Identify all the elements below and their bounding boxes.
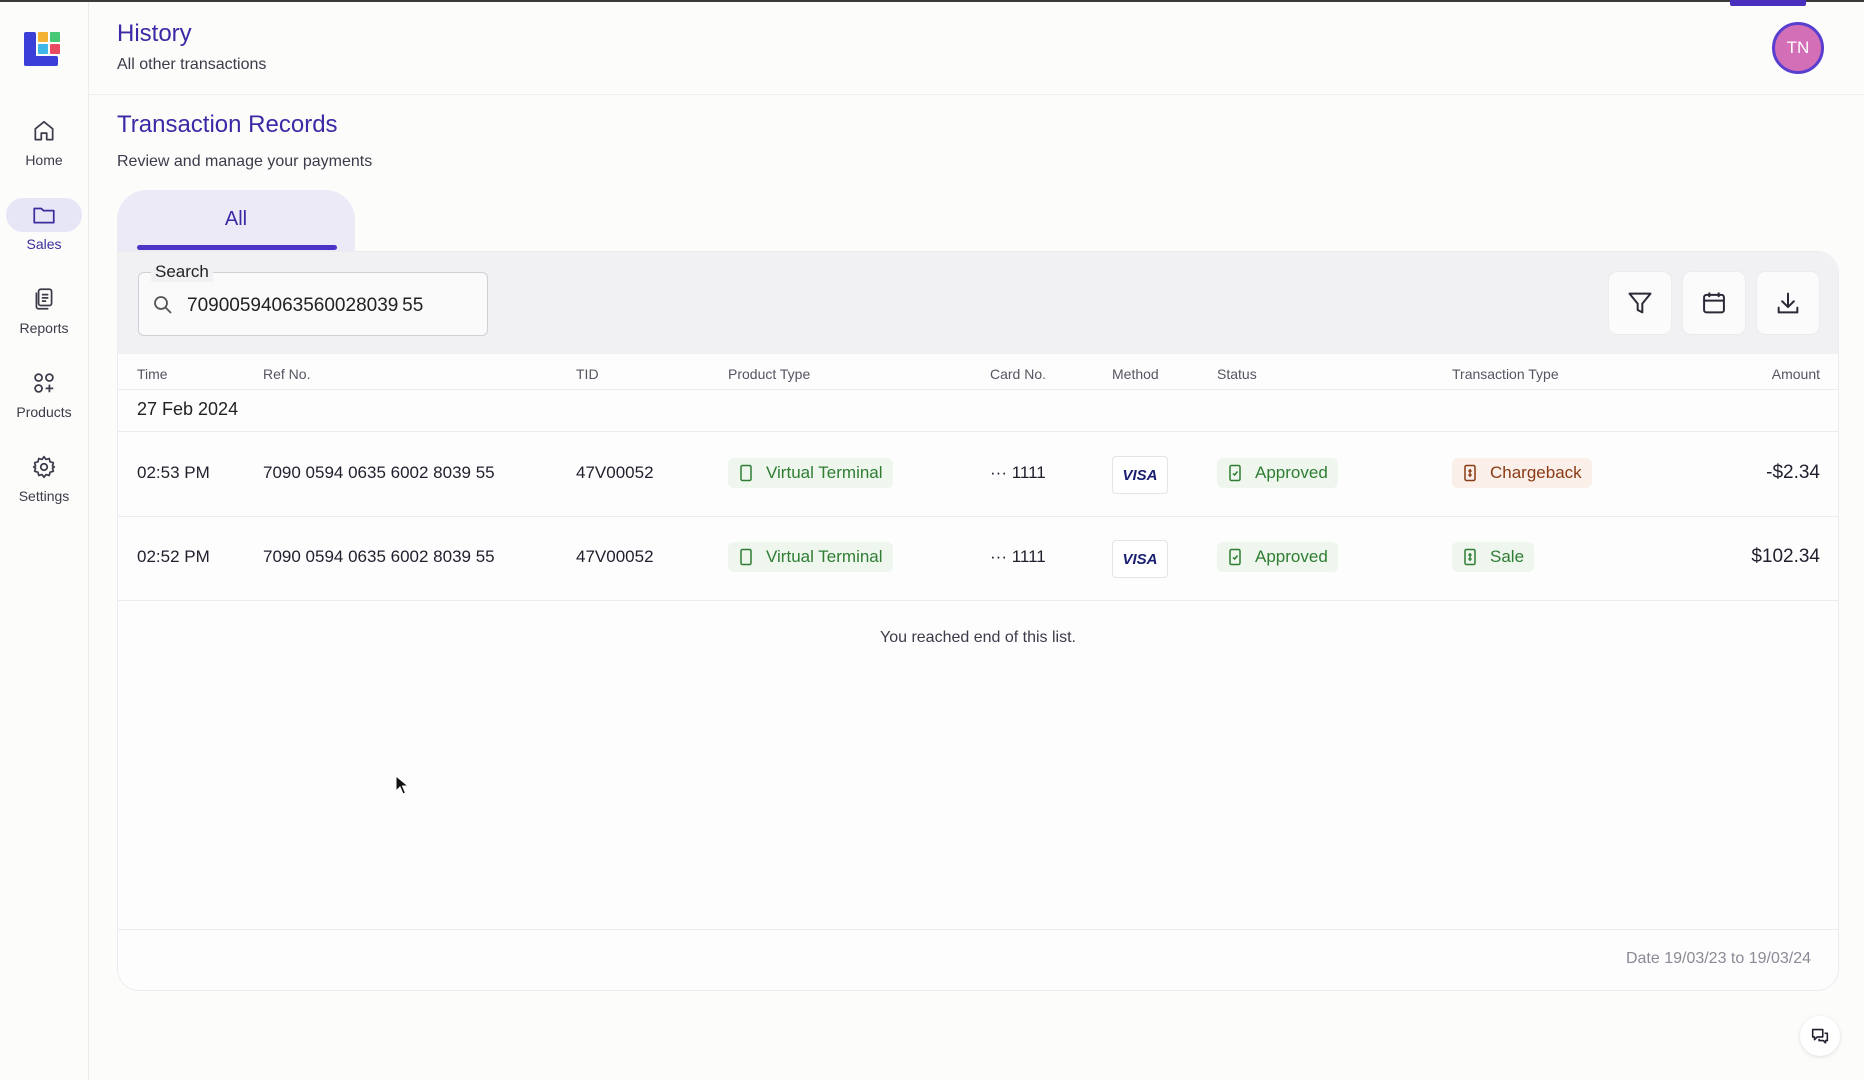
- tab-all[interactable]: All: [117, 190, 355, 252]
- sidebar-item-products[interactable]: Products: [0, 366, 88, 420]
- sidebar-item-label: Reports: [19, 320, 69, 336]
- products-icon: [34, 373, 54, 393]
- column-header-card-no: Card No.: [990, 366, 1047, 382]
- divider: [118, 389, 1838, 390]
- tid-cell: 47V00052: [576, 547, 654, 566]
- column-header-ref-no: Ref No.: [263, 366, 311, 382]
- page-subtitle: All other transactions: [117, 56, 267, 73]
- mouse-cursor-icon: [395, 775, 409, 795]
- table-row[interactable]: 02:52 PM 7090 0594 0635 6002 8039 55 47V…: [118, 516, 1838, 600]
- download-icon: [1777, 292, 1799, 314]
- filter-icon: [1628, 292, 1652, 314]
- search-icon: [154, 296, 172, 314]
- column-header-product-type: Product Type: [728, 366, 811, 382]
- card-number-cell: ··· 1111: [990, 463, 1046, 483]
- column-header-time: Time: [137, 366, 168, 382]
- time-cell: 02:52 PM: [137, 547, 210, 566]
- tab-label: All: [224, 208, 248, 230]
- sale-icon: [1464, 548, 1476, 566]
- folder-icon: [33, 207, 55, 224]
- terminal-icon: [740, 464, 752, 482]
- calendar-icon: [1703, 292, 1725, 314]
- column-header-tid: TID: [576, 366, 599, 382]
- transaction-type-badge: Chargeback: [1452, 458, 1592, 488]
- avatar[interactable]: TN: [1772, 22, 1824, 74]
- chargeback-icon: [1464, 464, 1476, 482]
- column-header-amount: Amount: [1771, 366, 1820, 382]
- sidebar-item-label: Settings: [18, 488, 70, 504]
- sidebar-item-label: Products: [16, 404, 72, 420]
- date-group-heading: 27 Feb 2024: [137, 399, 239, 419]
- search-label: Search: [151, 262, 213, 282]
- tab-active-indicator: [137, 245, 337, 250]
- amount-cell: -$2.34: [1766, 462, 1820, 483]
- sidebar-item-sales[interactable]: Sales: [0, 198, 88, 252]
- page-title: History: [117, 20, 192, 47]
- reports-icon: [35, 288, 53, 310]
- sidebar-item-reports[interactable]: Reports: [0, 282, 88, 336]
- status-badge: Approved: [1217, 458, 1338, 488]
- terminal-icon: [740, 548, 752, 566]
- card-last4: 1111: [1011, 463, 1046, 482]
- sidebar-item-label: Home: [25, 152, 63, 168]
- ref-no-cell: 7090 0594 0635 6002 8039 55: [263, 463, 495, 482]
- column-header-method: Method: [1112, 366, 1159, 382]
- calendar-button[interactable]: [1683, 272, 1745, 334]
- column-header-status: Status: [1217, 366, 1257, 382]
- sidebar-item-settings[interactable]: Settings: [0, 450, 88, 504]
- status-label: Approved: [1255, 547, 1328, 566]
- visa-logo: VISA: [1112, 456, 1168, 494]
- product-type-badge: Virtual Terminal: [728, 542, 893, 572]
- divider: [118, 600, 1838, 601]
- app-logo[interactable]: [22, 30, 62, 70]
- date-range-label: Date 19/03/23 to 19/03/24: [1625, 950, 1811, 967]
- transaction-type-badge: Sale: [1452, 542, 1535, 572]
- table-row[interactable]: 02:53 PM 7090 0594 0635 6002 8039 55 47V…: [118, 432, 1838, 516]
- top-accent-bar: [1730, 0, 1806, 6]
- footer-divider: [118, 929, 1838, 930]
- visa-logo: VISA: [1112, 540, 1168, 578]
- approved-icon: [1229, 548, 1241, 566]
- sidebar-item-home[interactable]: Home: [0, 114, 88, 168]
- ref-no-cell: 7090 0594 0635 6002 8039 55: [263, 547, 495, 566]
- tid-cell: 47V00052: [576, 463, 654, 482]
- transaction-type-label: Sale: [1490, 547, 1525, 566]
- top-border: [0, 0, 1864, 2]
- sidebar-item-label: Sales: [26, 236, 62, 252]
- card-mask-dots: ···: [990, 547, 1007, 566]
- sidebar: Home Sales Reports Products Settings: [0, 2, 89, 1080]
- time-cell: 02:53 PM: [137, 463, 210, 482]
- status-label: Approved: [1255, 463, 1328, 482]
- approved-icon: [1229, 464, 1241, 482]
- section-subtitle: Review and manage your payments: [117, 153, 373, 170]
- header-divider: [0, 94, 1864, 95]
- product-type-label: Virtual Terminal: [766, 463, 883, 482]
- search-field[interactable]: Search: [138, 262, 488, 336]
- card-mask-dots: ···: [990, 463, 1007, 482]
- product-type-badge: Virtual Terminal: [728, 458, 893, 488]
- home-icon: [34, 120, 54, 141]
- end-of-list-message: You reached end of this list.: [880, 629, 1076, 646]
- filter-button[interactable]: [1609, 272, 1671, 334]
- transaction-type-label: Chargeback: [1490, 463, 1582, 482]
- product-type-label: Virtual Terminal: [766, 547, 883, 566]
- chat-button[interactable]: [1800, 1016, 1840, 1056]
- status-badge: Approved: [1217, 542, 1338, 572]
- chat-icon: [1811, 1028, 1829, 1044]
- download-button[interactable]: [1757, 272, 1819, 334]
- search-input[interactable]: [185, 291, 479, 321]
- column-header-transaction-type: Transaction Type: [1452, 366, 1559, 382]
- section-title: Transaction Records: [117, 111, 338, 138]
- card-number-cell: ··· 1111: [990, 547, 1046, 567]
- amount-cell: $102.34: [1751, 546, 1820, 567]
- transactions-card: Search Time Ref No. TID Product Type Ca: [117, 251, 1839, 991]
- card-last4: 1111: [1011, 547, 1046, 566]
- gear-icon: [32, 455, 56, 479]
- toolbar: Search: [118, 252, 1838, 354]
